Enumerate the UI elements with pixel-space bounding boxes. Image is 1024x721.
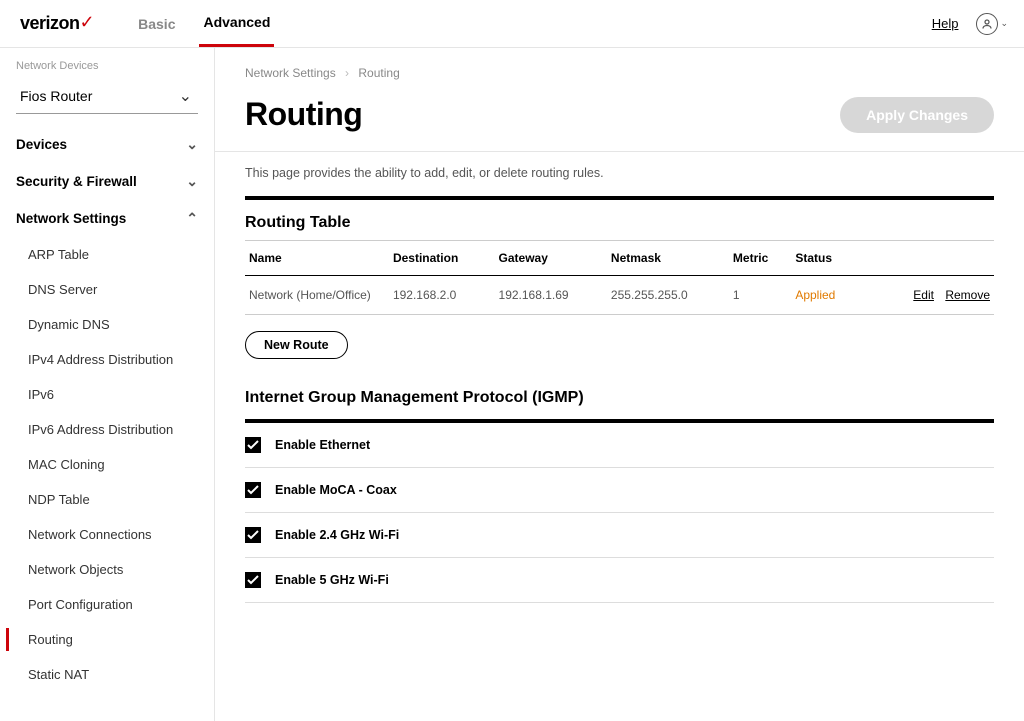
- chevron-down-icon: ⌄: [1000, 18, 1008, 29]
- igmp-row-moca: Enable MoCA - Coax: [245, 468, 994, 513]
- nav-item-static-nat[interactable]: Static NAT: [0, 657, 214, 692]
- brand-text: verizon: [20, 13, 80, 34]
- col-netmask: Netmask: [607, 241, 729, 276]
- nav-item-ipv4-dist[interactable]: IPv4 Address Distribution: [0, 342, 214, 377]
- nav-section-security[interactable]: Security & Firewall ⌄: [0, 163, 214, 200]
- nav-item-ndp-table[interactable]: NDP Table: [0, 482, 214, 517]
- nav-section-devices[interactable]: Devices ⌄: [0, 126, 214, 163]
- section-divider: [245, 196, 994, 200]
- nav-item-dns-server[interactable]: DNS Server: [0, 272, 214, 307]
- status-badge: Applied: [795, 288, 835, 302]
- device-select[interactable]: Fios Router ⌄: [16, 78, 198, 114]
- nav-item-arp-table[interactable]: ARP Table: [0, 237, 214, 272]
- remove-link[interactable]: Remove: [945, 288, 990, 302]
- table-row: Network (Home/Office) 192.168.2.0 192.16…: [245, 276, 994, 315]
- content-area: Network Settings › Routing Routing Apply…: [215, 48, 1024, 721]
- sidebar: Network Devices Fios Router ⌄ Devices ⌄ …: [0, 48, 215, 721]
- col-status: Status: [791, 241, 860, 276]
- nav-item-network-connections[interactable]: Network Connections: [0, 517, 214, 552]
- chevron-down-icon: ⌄: [186, 136, 198, 153]
- breadcrumb-parent[interactable]: Network Settings: [245, 66, 336, 80]
- app-header: verizon ✓ Basic Advanced Help ⌄: [0, 0, 1024, 48]
- tab-advanced[interactable]: Advanced: [199, 0, 274, 47]
- brand-logo: verizon ✓: [20, 13, 94, 34]
- device-select-value: Fios Router: [20, 88, 92, 104]
- igmp-row-24ghz: Enable 2.4 GHz Wi-Fi: [245, 513, 994, 558]
- breadcrumb-current: Routing: [358, 66, 399, 80]
- igmp-list: Enable Ethernet Enable MoCA - Coax Enabl…: [245, 419, 994, 603]
- cell-name: Network (Home/Office): [245, 276, 389, 315]
- checkbox-5ghz[interactable]: [245, 572, 261, 588]
- tab-basic[interactable]: Basic: [134, 0, 179, 47]
- igmp-label: Enable 2.4 GHz Wi-Fi: [275, 528, 399, 542]
- igmp-title: Internet Group Management Protocol (IGMP…: [215, 383, 1024, 419]
- brand-check-icon: ✓: [80, 12, 95, 33]
- cell-metric: 1: [729, 276, 791, 315]
- device-select-label: Network Devices: [0, 60, 214, 78]
- igmp-row-5ghz: Enable 5 GHz Wi-Fi: [245, 558, 994, 603]
- page-title: Routing: [245, 96, 362, 133]
- col-dest: Destination: [389, 241, 495, 276]
- edit-link[interactable]: Edit: [913, 288, 934, 302]
- chevron-up-icon: ⌃: [186, 210, 198, 227]
- checkbox-24ghz[interactable]: [245, 527, 261, 543]
- chevron-down-icon: ⌄: [186, 173, 198, 190]
- col-gateway: Gateway: [495, 241, 607, 276]
- nav-section-label: Security & Firewall: [16, 174, 137, 189]
- breadcrumb-separator: ›: [345, 66, 349, 80]
- nav-item-mac-cloning[interactable]: MAC Cloning: [0, 447, 214, 482]
- header-right: Help ⌄: [932, 13, 1008, 35]
- col-actions: [860, 241, 994, 276]
- breadcrumb: Network Settings › Routing: [215, 48, 1024, 86]
- nav-item-port-config[interactable]: Port Configuration: [0, 587, 214, 622]
- routing-table: Name Destination Gateway Netmask Metric …: [245, 240, 994, 315]
- nav-section-label: Network Settings: [16, 211, 126, 226]
- igmp-label: Enable Ethernet: [275, 438, 370, 452]
- nav-item-network-objects[interactable]: Network Objects: [0, 552, 214, 587]
- cell-actions: Edit Remove: [860, 276, 994, 315]
- mode-tabs: Basic Advanced: [134, 0, 274, 47]
- col-metric: Metric: [729, 241, 791, 276]
- page-header: Routing Apply Changes: [215, 86, 1024, 152]
- chevron-down-icon: ⌄: [179, 86, 192, 106]
- page-description: This page provides the ability to add, e…: [215, 152, 1024, 196]
- nav-item-routing[interactable]: Routing: [0, 622, 214, 657]
- routing-table-title: Routing Table: [215, 214, 1024, 240]
- cell-status: Applied: [791, 276, 860, 315]
- nav-item-ipv6[interactable]: IPv6: [0, 377, 214, 412]
- igmp-row-ethernet: Enable Ethernet: [245, 419, 994, 468]
- user-menu[interactable]: ⌄: [976, 13, 1008, 35]
- user-icon: [976, 13, 998, 35]
- table-header-row: Name Destination Gateway Netmask Metric …: [245, 241, 994, 276]
- cell-gateway: 192.168.1.69: [495, 276, 607, 315]
- col-name: Name: [245, 241, 389, 276]
- new-route-button[interactable]: New Route: [245, 331, 348, 359]
- help-link[interactable]: Help: [932, 16, 959, 31]
- igmp-label: Enable 5 GHz Wi-Fi: [275, 573, 389, 587]
- nav-section-label: Devices: [16, 137, 67, 152]
- main-layout: Network Devices Fios Router ⌄ Devices ⌄ …: [0, 48, 1024, 721]
- nav-item-dynamic-dns[interactable]: Dynamic DNS: [0, 307, 214, 342]
- cell-dest: 192.168.2.0: [389, 276, 495, 315]
- apply-changes-button[interactable]: Apply Changes: [840, 97, 994, 133]
- nav-item-ipv6-dist[interactable]: IPv6 Address Distribution: [0, 412, 214, 447]
- cell-netmask: 255.255.255.0: [607, 276, 729, 315]
- igmp-label: Enable MoCA - Coax: [275, 483, 397, 497]
- nav-section-network[interactable]: Network Settings ⌃: [0, 200, 214, 237]
- checkbox-moca[interactable]: [245, 482, 261, 498]
- checkbox-ethernet[interactable]: [245, 437, 261, 453]
